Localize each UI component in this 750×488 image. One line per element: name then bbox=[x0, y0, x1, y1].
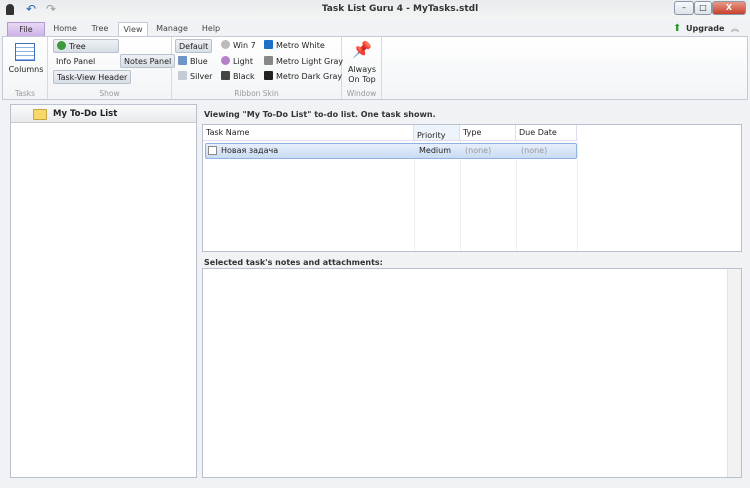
group-label: Tasks bbox=[14, 89, 36, 98]
title-bar: ↶ ↷ Task List Guru 4 - MyTasks.stdl – □ … bbox=[0, 0, 750, 20]
toggle-notes-panel[interactable]: Notes Panel bbox=[120, 54, 176, 68]
skin-default[interactable]: Default bbox=[175, 39, 213, 53]
app-icon bbox=[6, 4, 14, 15]
folder-icon bbox=[33, 109, 47, 120]
tab-manage[interactable]: Manage bbox=[152, 22, 192, 37]
tab-help[interactable]: Help bbox=[196, 22, 226, 37]
ribbon: Columns Tasks Tree Info Panel Notes Pane… bbox=[2, 36, 748, 100]
black-skin-icon bbox=[221, 71, 230, 80]
skin-black[interactable]: Black bbox=[218, 70, 258, 84]
toggle-tree[interactable]: Tree bbox=[53, 39, 119, 53]
label: Black bbox=[233, 72, 255, 81]
tree-icon bbox=[57, 41, 66, 50]
column-header-due-date[interactable]: Due Date bbox=[516, 125, 577, 141]
maximize-button[interactable]: □ bbox=[694, 1, 712, 15]
group-window: 📌 Always On Top Window bbox=[342, 37, 382, 99]
office-icon bbox=[264, 40, 273, 49]
task-type: (none) bbox=[465, 146, 492, 155]
label: Metro White bbox=[276, 41, 325, 50]
group-label: Ribbon Skin bbox=[234, 89, 279, 98]
ribbon-tabs: File Home Tree View Manage Help ⬆ Upgrad… bbox=[0, 20, 750, 37]
tab-file[interactable]: File bbox=[7, 22, 45, 37]
upgrade-arrow-icon: ⬆ bbox=[673, 23, 682, 34]
window-title: Task List Guru 4 - MyTasks.stdl bbox=[321, 4, 479, 14]
tab-view[interactable]: View bbox=[118, 22, 148, 37]
redo-icon[interactable]: ↷ bbox=[46, 2, 56, 16]
skin-light[interactable]: Light bbox=[218, 55, 256, 69]
group-ribbon-skin: Default Blue Silver Win 7 Light Black Me… bbox=[172, 37, 345, 99]
task-view-header: Viewing "My To-Do List" to-do list. One … bbox=[204, 110, 436, 119]
minimize-button[interactable]: – bbox=[674, 1, 694, 15]
office-icon bbox=[264, 56, 273, 65]
label: Metro Dark Gray bbox=[276, 72, 343, 81]
column-header-type[interactable]: Type bbox=[460, 125, 516, 141]
notes-scrollbar[interactable] bbox=[727, 269, 741, 477]
tree-item-root[interactable]: My To-Do List bbox=[11, 105, 196, 123]
close-button[interactable]: X bbox=[712, 1, 746, 15]
label: Win 7 bbox=[233, 41, 256, 50]
tree-panel: My To-Do List bbox=[10, 104, 197, 478]
undo-icon[interactable]: ↶ bbox=[26, 2, 36, 16]
group-label: Show bbox=[99, 89, 120, 98]
label: Blue bbox=[190, 57, 208, 66]
task-priority: Medium bbox=[419, 146, 451, 155]
task-due-date: (none) bbox=[521, 146, 548, 155]
label: On Top bbox=[348, 75, 376, 84]
tree-item-label: My To-Do List bbox=[53, 109, 118, 119]
light-skin-icon bbox=[221, 56, 230, 65]
win7-skin-icon bbox=[221, 40, 230, 49]
skin-metro-dark-gray[interactable]: Metro Dark Gray bbox=[261, 70, 345, 84]
silver-skin-icon bbox=[178, 71, 187, 80]
toggle-info-panel[interactable]: Info Panel bbox=[53, 55, 98, 69]
skin-metro-white[interactable]: Metro White bbox=[261, 39, 328, 53]
label: Always bbox=[347, 65, 377, 74]
column-header-priority[interactable]: Priority bbox=[414, 125, 460, 141]
always-on-top-button[interactable]: Always On Top bbox=[342, 65, 382, 85]
column-header-task-name[interactable]: Task Name bbox=[203, 125, 414, 141]
blue-skin-icon bbox=[178, 56, 187, 65]
skin-blue[interactable]: Blue bbox=[175, 55, 211, 69]
collapse-ribbon-icon[interactable]: ︽ bbox=[731, 23, 739, 34]
toggle-task-view-header[interactable]: Task-View Header bbox=[53, 70, 132, 84]
notes-editor[interactable] bbox=[202, 268, 742, 478]
columns-button[interactable]: Columns bbox=[7, 65, 45, 74]
label: Metro Light Gray bbox=[276, 57, 344, 66]
notes-label: Selected task's notes and attachments: bbox=[204, 258, 383, 267]
task-grid: Task Name Priority Type Due Date Новая з… bbox=[202, 124, 742, 252]
label: Light bbox=[233, 57, 253, 66]
skin-metro-light-gray[interactable]: Metro Light Gray bbox=[261, 55, 346, 69]
task-name: Новая задача bbox=[221, 146, 279, 155]
office-icon bbox=[264, 71, 273, 80]
tab-tree[interactable]: Tree bbox=[84, 22, 116, 37]
label: Silver bbox=[190, 72, 213, 81]
table-row[interactable]: Новая задача Medium (none) (none) bbox=[205, 143, 577, 159]
label: Tree bbox=[69, 42, 86, 51]
upgrade-button[interactable]: Upgrade bbox=[686, 24, 724, 33]
pin-icon: 📌 bbox=[352, 40, 372, 59]
group-tasks: Columns Tasks bbox=[3, 37, 48, 99]
group-label: Window bbox=[346, 89, 377, 98]
tab-home[interactable]: Home bbox=[48, 22, 82, 37]
columns-icon bbox=[15, 43, 35, 61]
group-show: Tree Info Panel Notes Panel Task-View He… bbox=[48, 37, 176, 99]
task-checkbox[interactable] bbox=[208, 146, 217, 155]
skin-silver[interactable]: Silver bbox=[175, 70, 215, 84]
skin-win7[interactable]: Win 7 bbox=[218, 39, 259, 53]
